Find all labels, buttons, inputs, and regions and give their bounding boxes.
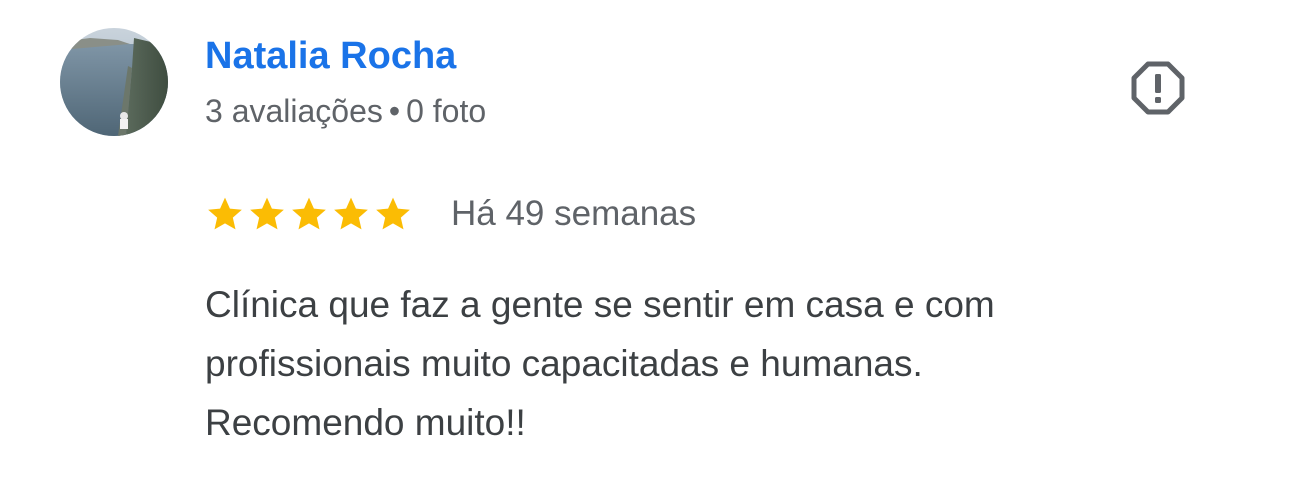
photos-count: 0 foto — [406, 93, 487, 129]
star-icon — [334, 197, 368, 230]
reviews-count: 3 avaliações — [205, 93, 383, 129]
star-icon — [292, 197, 326, 230]
review-text-line: profissionais muito capacitadas e humana… — [205, 343, 923, 384]
meta-separator: • — [388, 93, 401, 129]
review-text-line: Clínica que faz a gente se sentir em cas… — [205, 284, 995, 325]
avatar-photo — [60, 28, 168, 136]
review-text-line: Recomendo muito!! — [205, 402, 526, 443]
report-flag-octagon-icon — [1131, 61, 1185, 115]
author-meta: 3 avaliações • 0 foto — [205, 91, 486, 131]
review-text: Clínica que faz a gente se sentir em cas… — [205, 275, 1205, 452]
author-name[interactable]: Natalia Rocha — [205, 33, 456, 79]
review-card: Natalia Rocha 3 avaliações • 0 foto Há 49 … — [0, 0, 1290, 481]
star-icon — [208, 197, 242, 230]
star-icon — [250, 197, 284, 230]
star-rating — [205, 194, 415, 234]
rating-row: Há 49 semanas — [205, 192, 696, 236]
review-date: Há 49 semanas — [451, 194, 697, 233]
star-icon — [376, 197, 410, 230]
report-review-button[interactable] — [1126, 56, 1190, 120]
author-avatar[interactable] — [60, 28, 168, 136]
